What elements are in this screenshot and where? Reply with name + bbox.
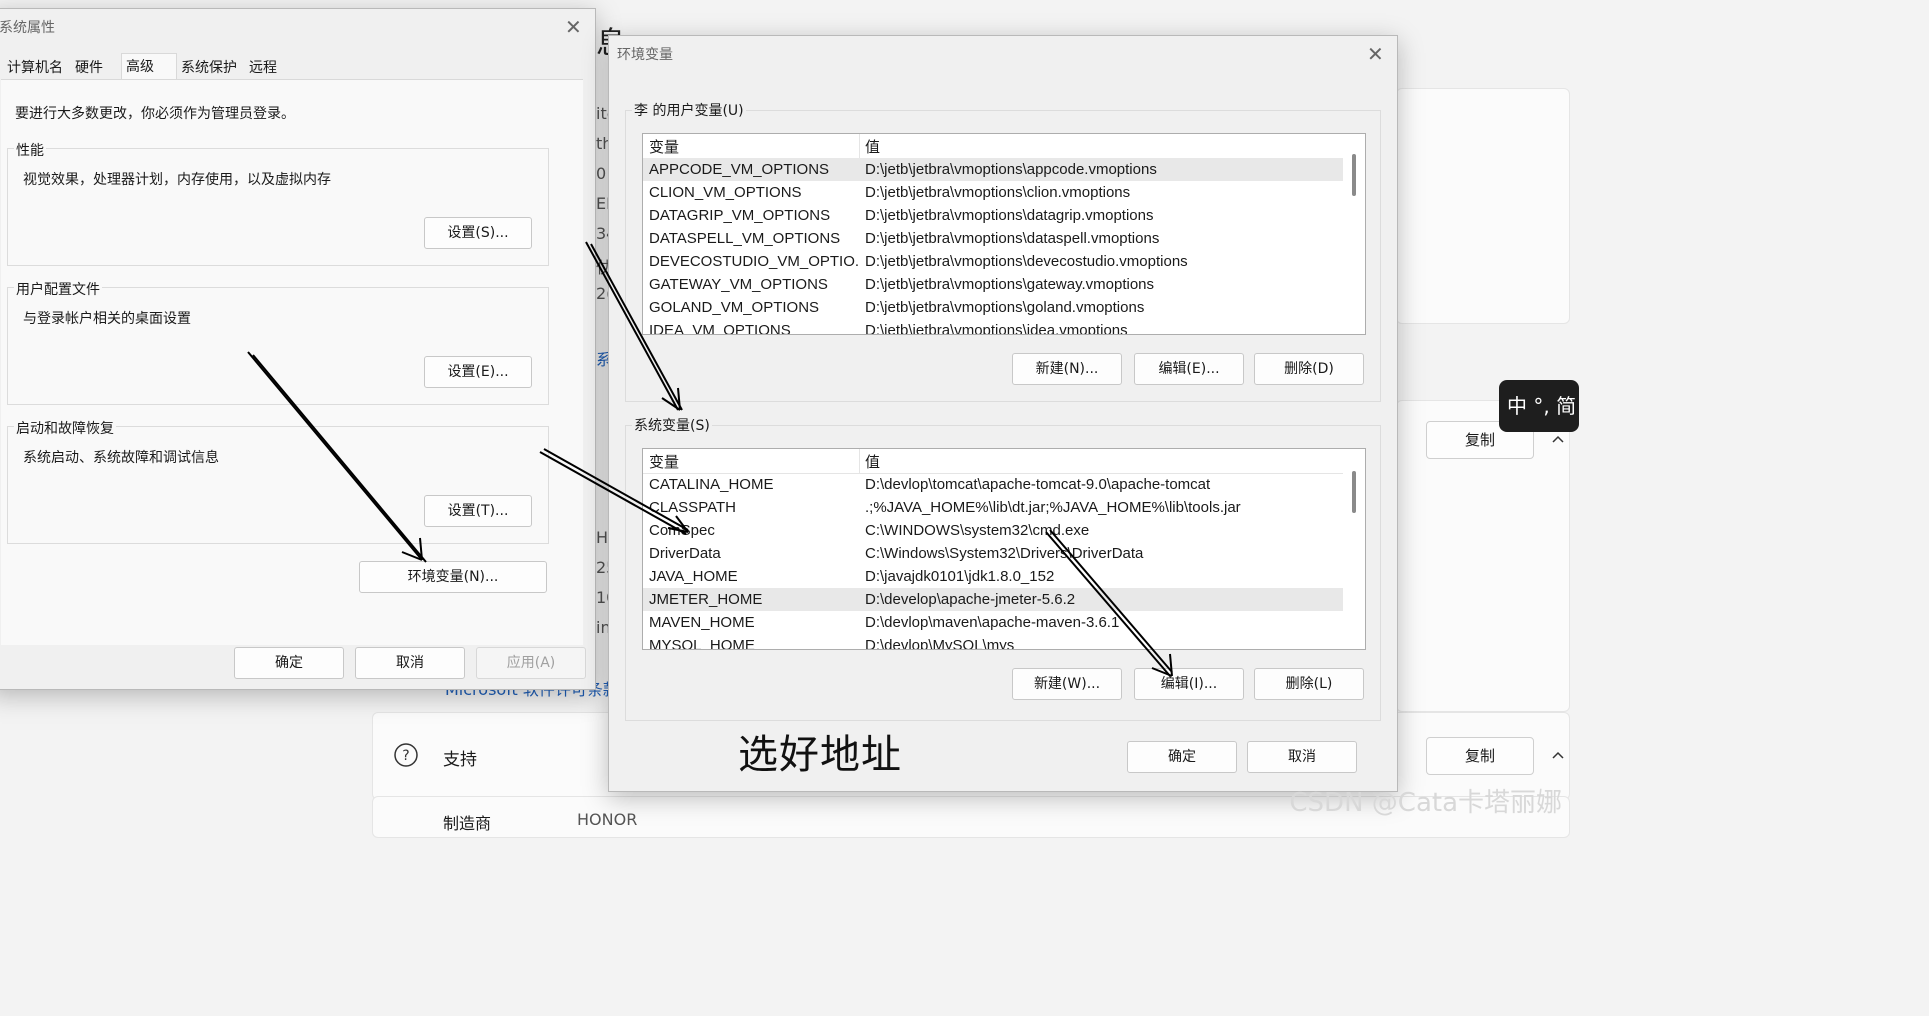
arrow-to-system-list — [539, 448, 689, 535]
arrow-to-edit-button — [1045, 529, 1173, 677]
arrow-to-env-button — [247, 351, 427, 563]
annotation-arrows — [247, 241, 1173, 677]
arrow-to-system-section — [585, 241, 683, 411]
